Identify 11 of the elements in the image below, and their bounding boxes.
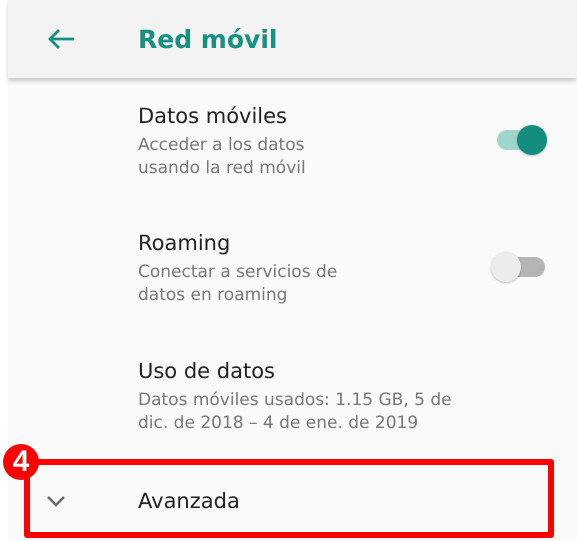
screen-title: Red móvil: [138, 24, 278, 54]
setting-title[interactable]: Uso de datos: [138, 359, 547, 383]
setting-title[interactable]: Avanzada: [138, 489, 547, 513]
setting-summary: Datos móviles usados: 1.15 GB, 5 de dic. de 2018 – 4 de ene. de 2019: [138, 389, 453, 435]
setting-summary: Conectar a servicios de datos en roaming: [138, 261, 338, 307]
toggle-switch[interactable]: [491, 252, 547, 282]
setting-title: Roaming: [138, 231, 232, 255]
setting-summary: Acceder a los datos usando la red móvil: [138, 134, 307, 180]
setting-title: Datos móviles: [138, 104, 288, 128]
arrow-left-icon[interactable]: [46, 27, 76, 51]
chevron-down-icon[interactable]: [46, 495, 66, 507]
